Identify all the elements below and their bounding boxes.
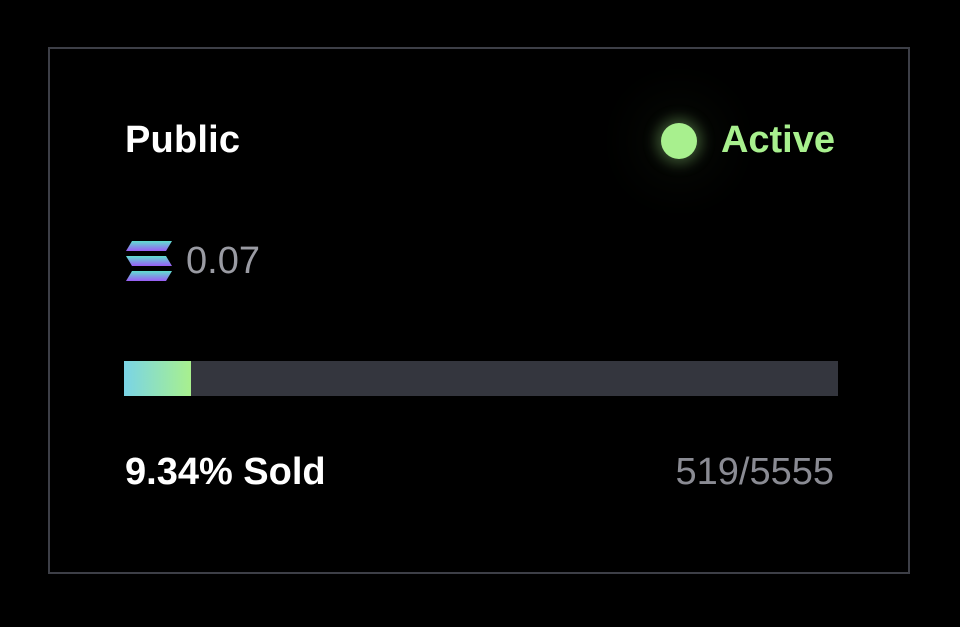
price-row: 0.07 [124, 239, 260, 283]
sold-count: 519/5555 [675, 451, 835, 493]
mint-phase-card: Public Active 0.07 9.34% Sold 519/5555 [48, 47, 910, 574]
phase-label: Public [125, 119, 241, 161]
status-label: Active [720, 119, 835, 161]
solana-icon [126, 241, 172, 281]
status-indicator: Active [660, 119, 835, 162]
sold-percentage: 9.34% Sold [125, 451, 326, 493]
progress-bar [124, 361, 838, 396]
progress-fill [124, 361, 191, 396]
status-dot-icon [660, 122, 697, 159]
price-value: 0.07 [186, 239, 260, 282]
